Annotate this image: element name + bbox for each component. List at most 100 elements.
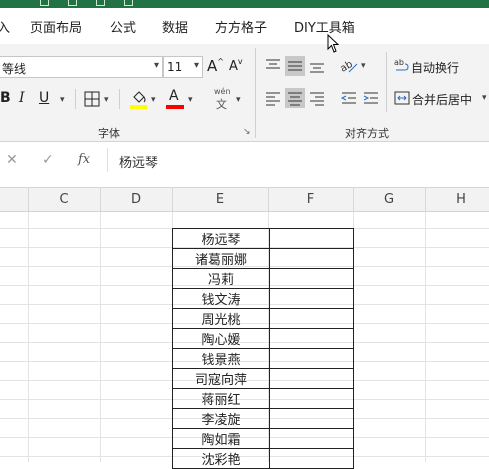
chevron-down-icon[interactable]: ▾ xyxy=(361,61,366,71)
save-icon[interactable] xyxy=(40,0,49,6)
fill-color-button[interactable] xyxy=(130,88,147,110)
borders-button[interactable] xyxy=(84,91,100,107)
dialog-launcher-icon[interactable]: ↘ xyxy=(243,127,251,137)
chevron-down-icon[interactable]: ▾ xyxy=(188,95,193,105)
font-group-label: 字体 xyxy=(98,127,120,140)
empty-cell[interactable] xyxy=(269,308,354,329)
caret-down-icon: v xyxy=(237,57,243,66)
chevron-down-icon[interactable]: ▾ xyxy=(151,95,156,105)
name-cell[interactable]: 陶如霜 xyxy=(172,428,270,449)
align-right-button[interactable] xyxy=(307,88,327,108)
tab-insert[interactable]: 入 xyxy=(0,17,10,36)
borders-icon xyxy=(84,91,100,107)
wrap-text-button[interactable]: ab 自动换行 xyxy=(394,56,489,78)
align-center-icon xyxy=(288,92,302,106)
redo-icon[interactable] xyxy=(96,0,105,6)
tab-fangfang[interactable]: 方方格子 xyxy=(215,17,267,36)
column-header-h[interactable]: H xyxy=(425,192,489,207)
empty-cell[interactable] xyxy=(269,248,354,269)
table-row: 冯莉 xyxy=(172,268,354,289)
font-name-combo[interactable]: 等线 ▾ xyxy=(0,56,163,78)
column-header-c[interactable]: C xyxy=(28,192,100,207)
group-separator xyxy=(255,48,256,138)
enter-icon[interactable]: ✓ xyxy=(42,152,54,168)
insert-function-icon[interactable]: fx xyxy=(78,152,90,167)
merge-center-button[interactable]: 合并后居中 ▾ xyxy=(394,88,489,110)
column-header-d[interactable]: D xyxy=(100,192,172,207)
chevron-down-icon: ▾ xyxy=(153,60,159,71)
empty-cell[interactable] xyxy=(269,268,354,289)
increase-indent-button[interactable] xyxy=(361,88,381,108)
tab-diy-toolbox[interactable]: DIY工具箱 xyxy=(294,17,355,36)
empty-cell[interactable] xyxy=(269,228,354,249)
name-cell[interactable]: 杨远琴 xyxy=(172,228,270,249)
svg-text:ab: ab xyxy=(394,58,404,67)
wrap-text-label: 自动换行 xyxy=(411,61,460,75)
empty-cell[interactable] xyxy=(269,328,354,349)
font-size-combo[interactable]: 11 ▾ xyxy=(163,56,203,78)
merge-cells-icon xyxy=(394,91,410,105)
empty-cell[interactable] xyxy=(269,428,354,449)
name-cell[interactable]: 冯莉 xyxy=(172,268,270,289)
worksheet-grid[interactable]: 杨远琴 诸葛丽娜 冯莉 钱文涛 周光桃 陶心媛 钱景燕 司寇向萍 蒋丽红 李凌旋… xyxy=(0,212,489,469)
tab-data[interactable]: 数据 xyxy=(162,17,188,36)
align-top-button[interactable] xyxy=(263,56,283,76)
align-left-button[interactable] xyxy=(263,88,283,108)
italic-button[interactable]: I xyxy=(19,90,25,106)
column-header-e[interactable]: E xyxy=(172,192,268,207)
formula-input[interactable]: 杨远琴 xyxy=(107,148,489,172)
decrease-indent-button[interactable] xyxy=(339,88,359,108)
cancel-icon[interactable]: ✕ xyxy=(6,152,18,168)
formula-value: 杨远琴 xyxy=(119,156,159,171)
empty-cell[interactable] xyxy=(269,288,354,309)
align-top-icon xyxy=(266,59,280,69)
table-row: 陶如霜 xyxy=(172,428,354,449)
column-header-g[interactable]: G xyxy=(353,192,425,207)
svg-text:ab: ab xyxy=(339,59,355,75)
name-cell[interactable]: 蒋丽红 xyxy=(172,388,270,409)
chevron-down-icon[interactable]: ▾ xyxy=(60,95,65,105)
name-cell[interactable]: 李凌旋 xyxy=(172,408,270,429)
empty-cell[interactable] xyxy=(269,448,354,469)
paint-bucket-icon xyxy=(130,91,147,109)
orientation-button[interactable]: ab xyxy=(338,56,359,76)
align-right-icon xyxy=(310,92,324,106)
column-headers: C D E F G H xyxy=(0,188,489,212)
font-color-button[interactable]: A xyxy=(166,88,184,110)
grow-font-button[interactable]: A^ xyxy=(207,57,224,75)
undo-icon[interactable] xyxy=(68,0,77,6)
name-cell[interactable]: 钱文涛 xyxy=(172,288,270,309)
empty-cell[interactable] xyxy=(269,348,354,369)
name-cell[interactable]: 钱景燕 xyxy=(172,348,270,369)
table-row: 钱景燕 xyxy=(172,348,354,369)
decrease-indent-icon xyxy=(340,92,356,104)
font-color-swatch xyxy=(166,105,184,109)
table-row: 陶心媛 xyxy=(172,328,354,349)
name-cell[interactable]: 诸葛丽娜 xyxy=(172,248,270,269)
align-center-button[interactable] xyxy=(285,88,305,108)
mouse-pointer-icon xyxy=(327,34,340,53)
align-bottom-button[interactable] xyxy=(307,56,327,76)
align-left-icon xyxy=(266,92,280,106)
tab-page-layout[interactable]: 页面布局 xyxy=(30,17,82,36)
align-middle-button[interactable] xyxy=(285,56,305,76)
shrink-font-button[interactable]: Av xyxy=(229,57,243,74)
empty-cell[interactable] xyxy=(269,368,354,389)
table-row: 诸葛丽娜 xyxy=(172,248,354,269)
chevron-down-icon[interactable]: ▾ xyxy=(104,95,109,105)
quick-access-icon[interactable] xyxy=(124,0,133,6)
empty-cell[interactable] xyxy=(269,388,354,409)
name-cell[interactable]: 沈彩艳 xyxy=(172,448,270,469)
phonetic-char: 文 xyxy=(216,98,227,111)
name-cell[interactable]: 周光桃 xyxy=(172,308,270,329)
column-header-f[interactable]: F xyxy=(268,192,353,207)
underline-button[interactable]: U xyxy=(39,90,49,106)
chevron-down-icon[interactable]: ▾ xyxy=(236,95,241,105)
increase-indent-icon xyxy=(363,92,378,104)
tab-formulas[interactable]: 公式 xyxy=(110,17,136,36)
name-cell[interactable]: 陶心媛 xyxy=(172,328,270,349)
name-cell[interactable]: 司寇向萍 xyxy=(172,368,270,389)
phonetic-button[interactable]: wén 文 xyxy=(212,87,232,111)
empty-cell[interactable] xyxy=(269,408,354,429)
bold-button[interactable]: B xyxy=(0,90,11,106)
